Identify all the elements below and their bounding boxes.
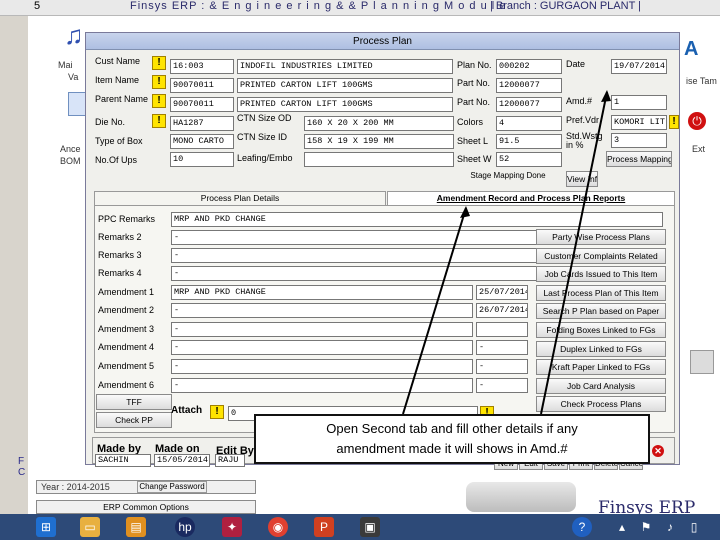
- folder-icon[interactable]: ▤: [126, 517, 146, 537]
- arrow-head-tab: [460, 206, 470, 218]
- media-icon[interactable]: ✦: [222, 517, 242, 537]
- tray-icon[interactable]: ▯: [684, 517, 704, 537]
- arrow-head-amd: [601, 90, 611, 102]
- powerpoint-icon[interactable]: P: [314, 517, 334, 537]
- flag-icon[interactable]: ⚑: [636, 517, 656, 537]
- taskbar: ⊞ ▭ ▤ hp ✦ ◉ P ▣ ? ▴ ⚑ ♪ ▯: [0, 514, 720, 540]
- file-explorer-icon[interactable]: ▭: [80, 517, 100, 537]
- arrow-to-tab: [402, 207, 467, 415]
- chrome-icon[interactable]: ◉: [268, 517, 288, 537]
- windows-start-icon[interactable]: ⊞: [36, 517, 56, 537]
- network-icon[interactable]: ▴: [612, 517, 632, 537]
- hp-icon[interactable]: hp: [175, 517, 195, 537]
- app-window-icon[interactable]: ▣: [360, 517, 380, 537]
- arrow-to-amd: [540, 91, 608, 415]
- volume-icon[interactable]: ♪: [660, 517, 680, 537]
- callout-line-2: amendment made it will shows in Amd.#: [336, 441, 568, 456]
- instruction-callout: Open Second tab and fill other details i…: [254, 414, 650, 464]
- help-icon[interactable]: ?: [572, 517, 592, 537]
- callout-line-1: Open Second tab and fill other details i…: [326, 421, 578, 436]
